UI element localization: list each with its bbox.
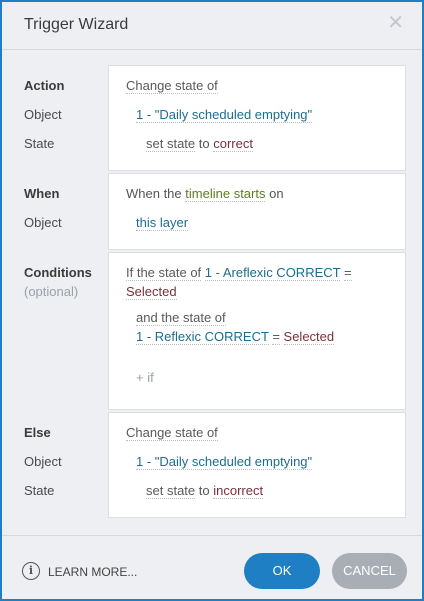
action-verb-link[interactable]: Change state of [126, 78, 218, 94]
else-panel: Change state of 1 - "Daily scheduled emp… [108, 412, 406, 518]
when-suffix-text: on [269, 186, 284, 201]
action-label: Action [24, 78, 65, 93]
dialog-title: Trigger Wizard [24, 16, 129, 33]
else-state-line: set state to incorrect [146, 483, 264, 499]
add-condition-button[interactable]: + if [136, 370, 154, 385]
condition-2-object-link[interactable]: 1 - Reflexic CORRECT [136, 329, 269, 345]
condition-2-prefix-link[interactable]: and the state of [136, 310, 226, 326]
else-object-link[interactable]: 1 - "Daily scheduled emptying" [136, 454, 313, 470]
else-object-label: Object [24, 454, 62, 469]
action-panel: Change state of 1 - "Daily scheduled emp… [108, 65, 406, 171]
when-event-line: When the timeline starts on [126, 186, 284, 202]
conditions-panel: If the state of 1 - Areflexic CORRECT = … [108, 252, 406, 410]
cancel-button[interactable]: CANCEL [332, 553, 407, 589]
condition-2-operator-link[interactable]: = [272, 329, 280, 345]
when-object-link[interactable]: this layer [136, 215, 189, 231]
else-state-label: State [24, 483, 55, 498]
wizard-body: Action Object State Change state of 1 - … [2, 51, 422, 535]
condition-1-line: If the state of 1 - Areflexic CORRECT = [126, 265, 352, 281]
action-state-value-link[interactable]: correct [213, 136, 253, 152]
close-icon[interactable]: ✕ [387, 13, 404, 33]
conditions-optional-label: (optional) [24, 284, 79, 299]
action-object-label: Object [24, 107, 62, 122]
action-to-text: to [198, 136, 210, 151]
when-event-link[interactable]: timeline starts [185, 186, 266, 202]
action-object-link[interactable]: 1 - "Daily scheduled emptying" [136, 107, 313, 123]
else-set-state-link[interactable]: set state [146, 483, 196, 499]
else-state-value-link[interactable]: incorrect [213, 483, 264, 499]
else-label: Else [24, 425, 51, 440]
conditions-label: Conditions [24, 265, 92, 280]
info-icon[interactable]: i [22, 562, 40, 580]
trigger-wizard-dialog: Trigger Wizard ✕ Action Object State Cha… [0, 0, 424, 601]
else-verb-link[interactable]: Change state of [126, 425, 218, 441]
condition-1-object-link[interactable]: 1 - Areflexic CORRECT [204, 265, 341, 281]
condition-2-value-link[interactable]: Selected [283, 329, 335, 345]
ok-button[interactable]: OK [244, 553, 320, 589]
else-to-text: to [198, 483, 210, 498]
action-set-state-link[interactable]: set state [146, 136, 196, 152]
condition-2-line: 1 - Reflexic CORRECT = Selected [136, 329, 335, 345]
action-state-line: set state to correct [146, 136, 253, 152]
when-label: When [24, 186, 60, 201]
condition-1-operator-link[interactable]: = [343, 265, 352, 281]
action-state-label: State [24, 136, 55, 151]
learn-more-link[interactable]: LEARN MORE... [48, 565, 137, 579]
title-bar: Trigger Wizard ✕ [2, 2, 422, 50]
dialog-footer: i LEARN MORE... OK CANCEL [2, 535, 422, 599]
when-object-label: Object [24, 215, 62, 230]
when-panel: When the timeline starts on this layer [108, 173, 406, 250]
condition-1-value-link[interactable]: Selected [126, 284, 177, 300]
when-prefix-text: When the [126, 186, 182, 201]
condition-1-prefix-link[interactable]: If the state of [126, 265, 202, 281]
